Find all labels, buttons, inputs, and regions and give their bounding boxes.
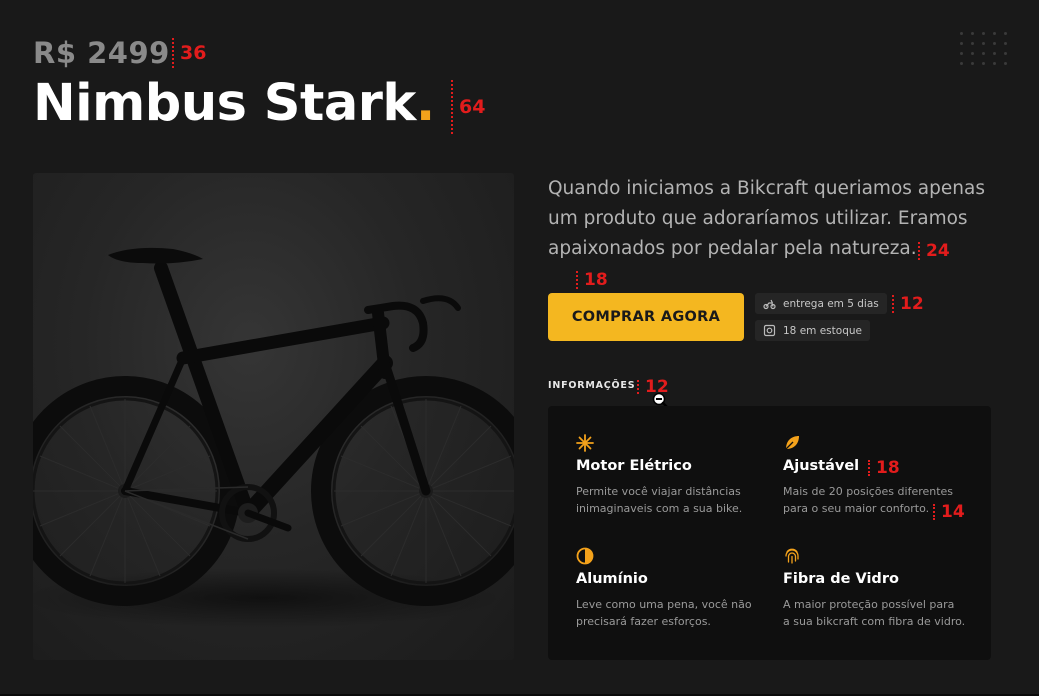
fingerprint-icon [783, 547, 801, 565]
feature-item: Alumínio Leve como uma pena, você não pre… [576, 547, 766, 630]
product-image [33, 173, 514, 660]
spacing-annotation-desc: 24 [918, 241, 950, 261]
feature-item: Motor Elétrico Permite você viajar distâ… [576, 434, 766, 517]
saddle [108, 247, 203, 264]
snowflake-icon [576, 434, 594, 452]
half-circle-icon [576, 547, 594, 565]
decorative-dot-grid [960, 32, 1008, 65]
feature-item: Fibra de Vidro A maior proteção possível… [783, 547, 973, 630]
delivery-badge: entrega em 5 dias [755, 293, 887, 314]
leaf-icon [783, 434, 801, 452]
spacing-annotation-pill: 12 [892, 294, 924, 314]
scooter-icon [763, 297, 776, 310]
stock-badge: 18 em estoque [755, 320, 870, 341]
box-icon [763, 324, 776, 337]
info-section-label: INFORMAÇÕES [548, 380, 636, 391]
spacing-annotation-title: 64 [451, 80, 485, 134]
product-title: Nimbus Stark. [33, 74, 435, 133]
spacing-annotation-feat-desc: 14 [933, 502, 965, 522]
buy-now-button[interactable]: COMPRAR AGORA [548, 293, 744, 341]
spacing-annotation-feat-name: 18 [868, 458, 900, 478]
features-panel: Motor Elétrico Permite você viajar distâ… [548, 406, 991, 660]
bicycle-illustration [33, 247, 514, 628]
spacing-annotation-price: 36 [172, 38, 206, 68]
front-wheel [311, 376, 514, 606]
spacing-annotation-gap: 18 [576, 270, 608, 290]
product-price: R$ 2499 [33, 36, 170, 70]
